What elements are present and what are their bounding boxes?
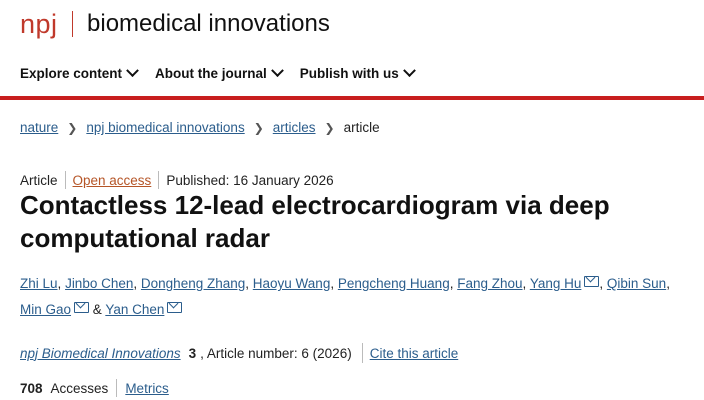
journal-logo[interactable]: npj biomedical innovations <box>20 6 330 42</box>
breadcrumb: nature ❯ npj biomedical innovations ❯ ar… <box>20 120 380 135</box>
volume-number: 3 <box>188 345 197 361</box>
nav-label: Explore content <box>20 65 123 81</box>
article-title: Contactless 12-lead electrocardiogram vi… <box>20 190 610 253</box>
nav-about-journal[interactable]: About the journal <box>155 63 284 81</box>
site-header: npj biomedical innovations <box>0 0 704 48</box>
chevron-right-icon: ❯ <box>67 120 78 135</box>
logo-journal-title: biomedical innovations <box>87 10 330 37</box>
header-accent-bar <box>0 96 704 100</box>
author-link[interactable]: Haoyu Wang <box>253 276 331 291</box>
author-link[interactable]: Fang Zhou <box>457 276 522 291</box>
metrics-divider <box>116 379 118 397</box>
meta-divider <box>158 171 160 189</box>
chevron-down-icon <box>126 63 139 77</box>
nav-label: About the journal <box>155 65 267 81</box>
author-link[interactable]: Yan Chen <box>105 302 164 317</box>
journal-link[interactable]: npj Biomedical Innovations <box>20 346 181 361</box>
author-link[interactable]: Yang Hu <box>530 276 582 291</box>
mail-icon[interactable] <box>167 302 183 313</box>
open-access-link[interactable]: Open access <box>73 173 152 188</box>
published-date: Published: 16 January 2026 <box>166 172 334 188</box>
author-link[interactable]: Zhi Lu <box>20 276 58 291</box>
author-separator: , <box>449 276 454 291</box>
mail-icon[interactable] <box>74 302 90 313</box>
main-nav: Explore content About the journal Publis… <box>0 48 704 98</box>
author-link[interactable]: Min Gao <box>20 302 71 317</box>
author-link[interactable]: Qibin Sun <box>607 276 666 291</box>
author-link[interactable]: Jinbo Chen <box>65 276 133 291</box>
author-separator: , <box>330 276 335 291</box>
metrics-link[interactable]: Metrics <box>125 381 169 396</box>
chevron-down-icon <box>402 63 416 77</box>
logo-brand: npj <box>20 8 58 39</box>
nav-label: Publish with us <box>299 65 399 81</box>
breadcrumb-nature[interactable]: nature <box>20 120 58 135</box>
breadcrumb-journal[interactable]: npj biomedical innovations <box>86 120 244 135</box>
cite-this-article-link[interactable]: Cite this article <box>370 346 459 361</box>
author-separator: , <box>599 276 604 291</box>
author-separator: , <box>133 276 138 291</box>
accesses-count: 708 <box>20 380 43 396</box>
chevron-down-icon <box>270 63 284 77</box>
article-number: , Article number: 6 (2026) <box>200 345 352 361</box>
accesses-label: Accesses <box>50 380 109 396</box>
breadcrumb-current: article <box>343 120 380 135</box>
article-meta: Article Open access Published: 16 Januar… <box>20 171 334 189</box>
citation-divider <box>361 343 363 363</box>
citation-line: npj Biomedical Innovations 3 , Article n… <box>20 343 458 363</box>
article-type: Article <box>20 172 58 188</box>
author-separator: , <box>245 276 250 291</box>
chevron-right-icon: ❯ <box>324 120 335 135</box>
author-list: Zhi Lu, Jinbo Chen, Dongheng Zhang, Haoy… <box>20 271 700 323</box>
author-link[interactable]: Pengcheng Huang <box>338 276 450 291</box>
author-separator: & <box>92 302 102 317</box>
author-link[interactable]: Dongheng Zhang <box>141 276 245 291</box>
logo-divider <box>71 11 74 37</box>
nav-explore-content[interactable]: Explore content <box>20 63 139 81</box>
nav-publish-with-us[interactable]: Publish with us <box>299 63 416 81</box>
breadcrumb-articles[interactable]: articles <box>273 120 316 135</box>
author-separator: , <box>57 276 62 291</box>
author-separator: , <box>666 276 670 291</box>
meta-divider <box>64 171 66 189</box>
mail-icon[interactable] <box>584 276 600 287</box>
article-metrics: 708 Accesses Metrics <box>20 379 169 397</box>
author-separator: , <box>522 276 527 291</box>
chevron-right-icon: ❯ <box>253 120 264 135</box>
